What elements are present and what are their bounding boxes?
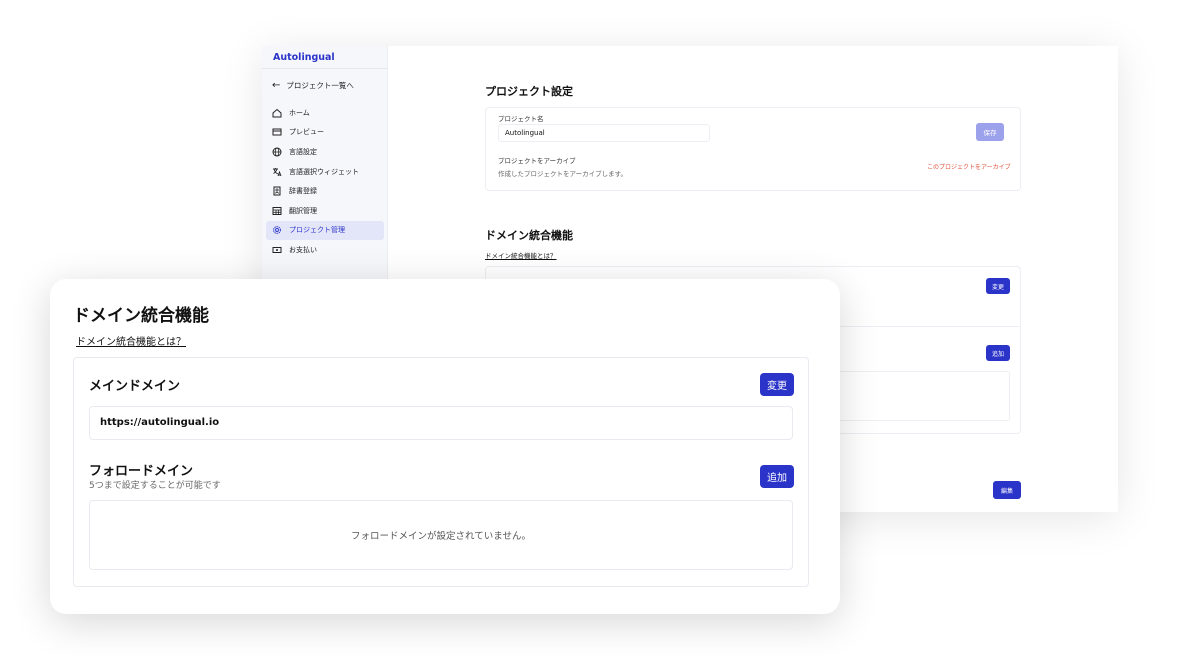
translate-icon bbox=[273, 167, 282, 176]
sidebar-item-label: 言語設定 bbox=[289, 147, 317, 156]
gear-icon bbox=[273, 226, 281, 235]
sidebar-item-label: 辞書登録 bbox=[289, 187, 317, 196]
main-domain-value: https://autolingual.io bbox=[89, 406, 793, 440]
sidebar-item-label: ホーム bbox=[289, 108, 310, 117]
page-title: プロジェクト設定 bbox=[485, 85, 573, 98]
app-logo[interactable]: Autolingual bbox=[273, 52, 335, 63]
back-to-projects-link[interactable]: ← プロジェクト一覧へ bbox=[272, 80, 354, 91]
follow-domain-empty-state: フォロードメインが設定されていません。 bbox=[89, 500, 793, 570]
change-button[interactable]: 変更 bbox=[986, 278, 1010, 294]
globe-icon bbox=[272, 147, 282, 157]
preview-icon bbox=[272, 128, 282, 136]
sidebar-item-project[interactable]: プロジェクト管理 bbox=[266, 220, 384, 241]
empty-message: フォロードメインが設定されていません。 bbox=[351, 531, 531, 542]
divider bbox=[262, 68, 388, 69]
change-button[interactable]: 変更 bbox=[760, 373, 794, 396]
sidebar-item-label: プロジェクト管理 bbox=[289, 226, 345, 235]
sidebar-item-label: お支払い bbox=[289, 245, 317, 254]
back-to-projects-label: プロジェクト一覧へ bbox=[286, 81, 354, 90]
sidebar-item-preview[interactable]: プレビュー bbox=[266, 123, 384, 143]
follow-domain-subtext: 5つまで設定することが可能です bbox=[89, 481, 221, 491]
sidebar-item-payment[interactable]: お支払い bbox=[266, 240, 384, 260]
sidebar-item-label: プレビュー bbox=[289, 128, 324, 137]
payment-icon bbox=[272, 246, 282, 253]
sidebar-item-home[interactable]: ホーム bbox=[266, 103, 384, 123]
domain-settings-panel: メインドメイン 変更 https://autolingual.io フォロードメ… bbox=[73, 357, 809, 587]
domain-help-link[interactable]: ドメイン統合機能とは？ bbox=[485, 250, 557, 260]
sidebar-item-dictionary[interactable]: 辞書登録 bbox=[266, 181, 384, 201]
main-domain-title: メインドメイン bbox=[89, 379, 181, 394]
sidebar-item-label: 言語選択ウィジェット bbox=[289, 167, 359, 176]
sidebar-item-widget[interactable]: 言語選択ウィジェット bbox=[266, 162, 384, 182]
archive-title: プロジェクトをアーカイブ bbox=[498, 157, 576, 165]
sidebar-item-translation[interactable]: 翻訳管理 bbox=[266, 201, 384, 221]
add-button[interactable]: 追加 bbox=[986, 345, 1010, 361]
edit-button[interactable]: 編集 bbox=[993, 481, 1021, 499]
sidebar-item-language[interactable]: 言語設定 bbox=[266, 142, 384, 162]
domain-integration-title: ドメイン統合機能 bbox=[73, 306, 209, 326]
sidebar-nav: ホーム プレビュー 言語設定 言語選択ウィジェット 辞書登録 翻訳管理 プロジェ… bbox=[266, 103, 384, 260]
table-icon bbox=[272, 206, 282, 215]
project-settings-card: プロジェクト名 Autolingual 保存 プロジェクトをアーカイブ 作成した… bbox=[485, 107, 1021, 191]
domain-integration-card: ドメイン統合機能 ドメイン統合機能とは？ メインドメイン 変更 https://… bbox=[50, 279, 840, 614]
arrow-left-icon: ← bbox=[272, 80, 281, 91]
sidebar-item-label: 翻訳管理 bbox=[289, 206, 317, 215]
add-button[interactable]: 追加 bbox=[760, 465, 794, 488]
project-name-input[interactable]: Autolingual bbox=[498, 124, 710, 142]
domain-help-link[interactable]: ドメイン統合機能とは？ bbox=[76, 333, 186, 348]
dictionary-icon bbox=[273, 186, 281, 196]
home-icon bbox=[272, 108, 282, 118]
domain-section-title: ドメイン統合機能 bbox=[485, 229, 573, 242]
archive-project-link[interactable]: このプロジェクトをアーカイブ bbox=[927, 162, 1011, 171]
follow-domain-title: フォロードメイン bbox=[89, 464, 194, 479]
save-button[interactable]: 保存 bbox=[976, 123, 1004, 141]
project-name-label: プロジェクト名 bbox=[498, 115, 544, 123]
archive-description: 作成したプロジェクトをアーカイブします。 bbox=[498, 170, 627, 178]
